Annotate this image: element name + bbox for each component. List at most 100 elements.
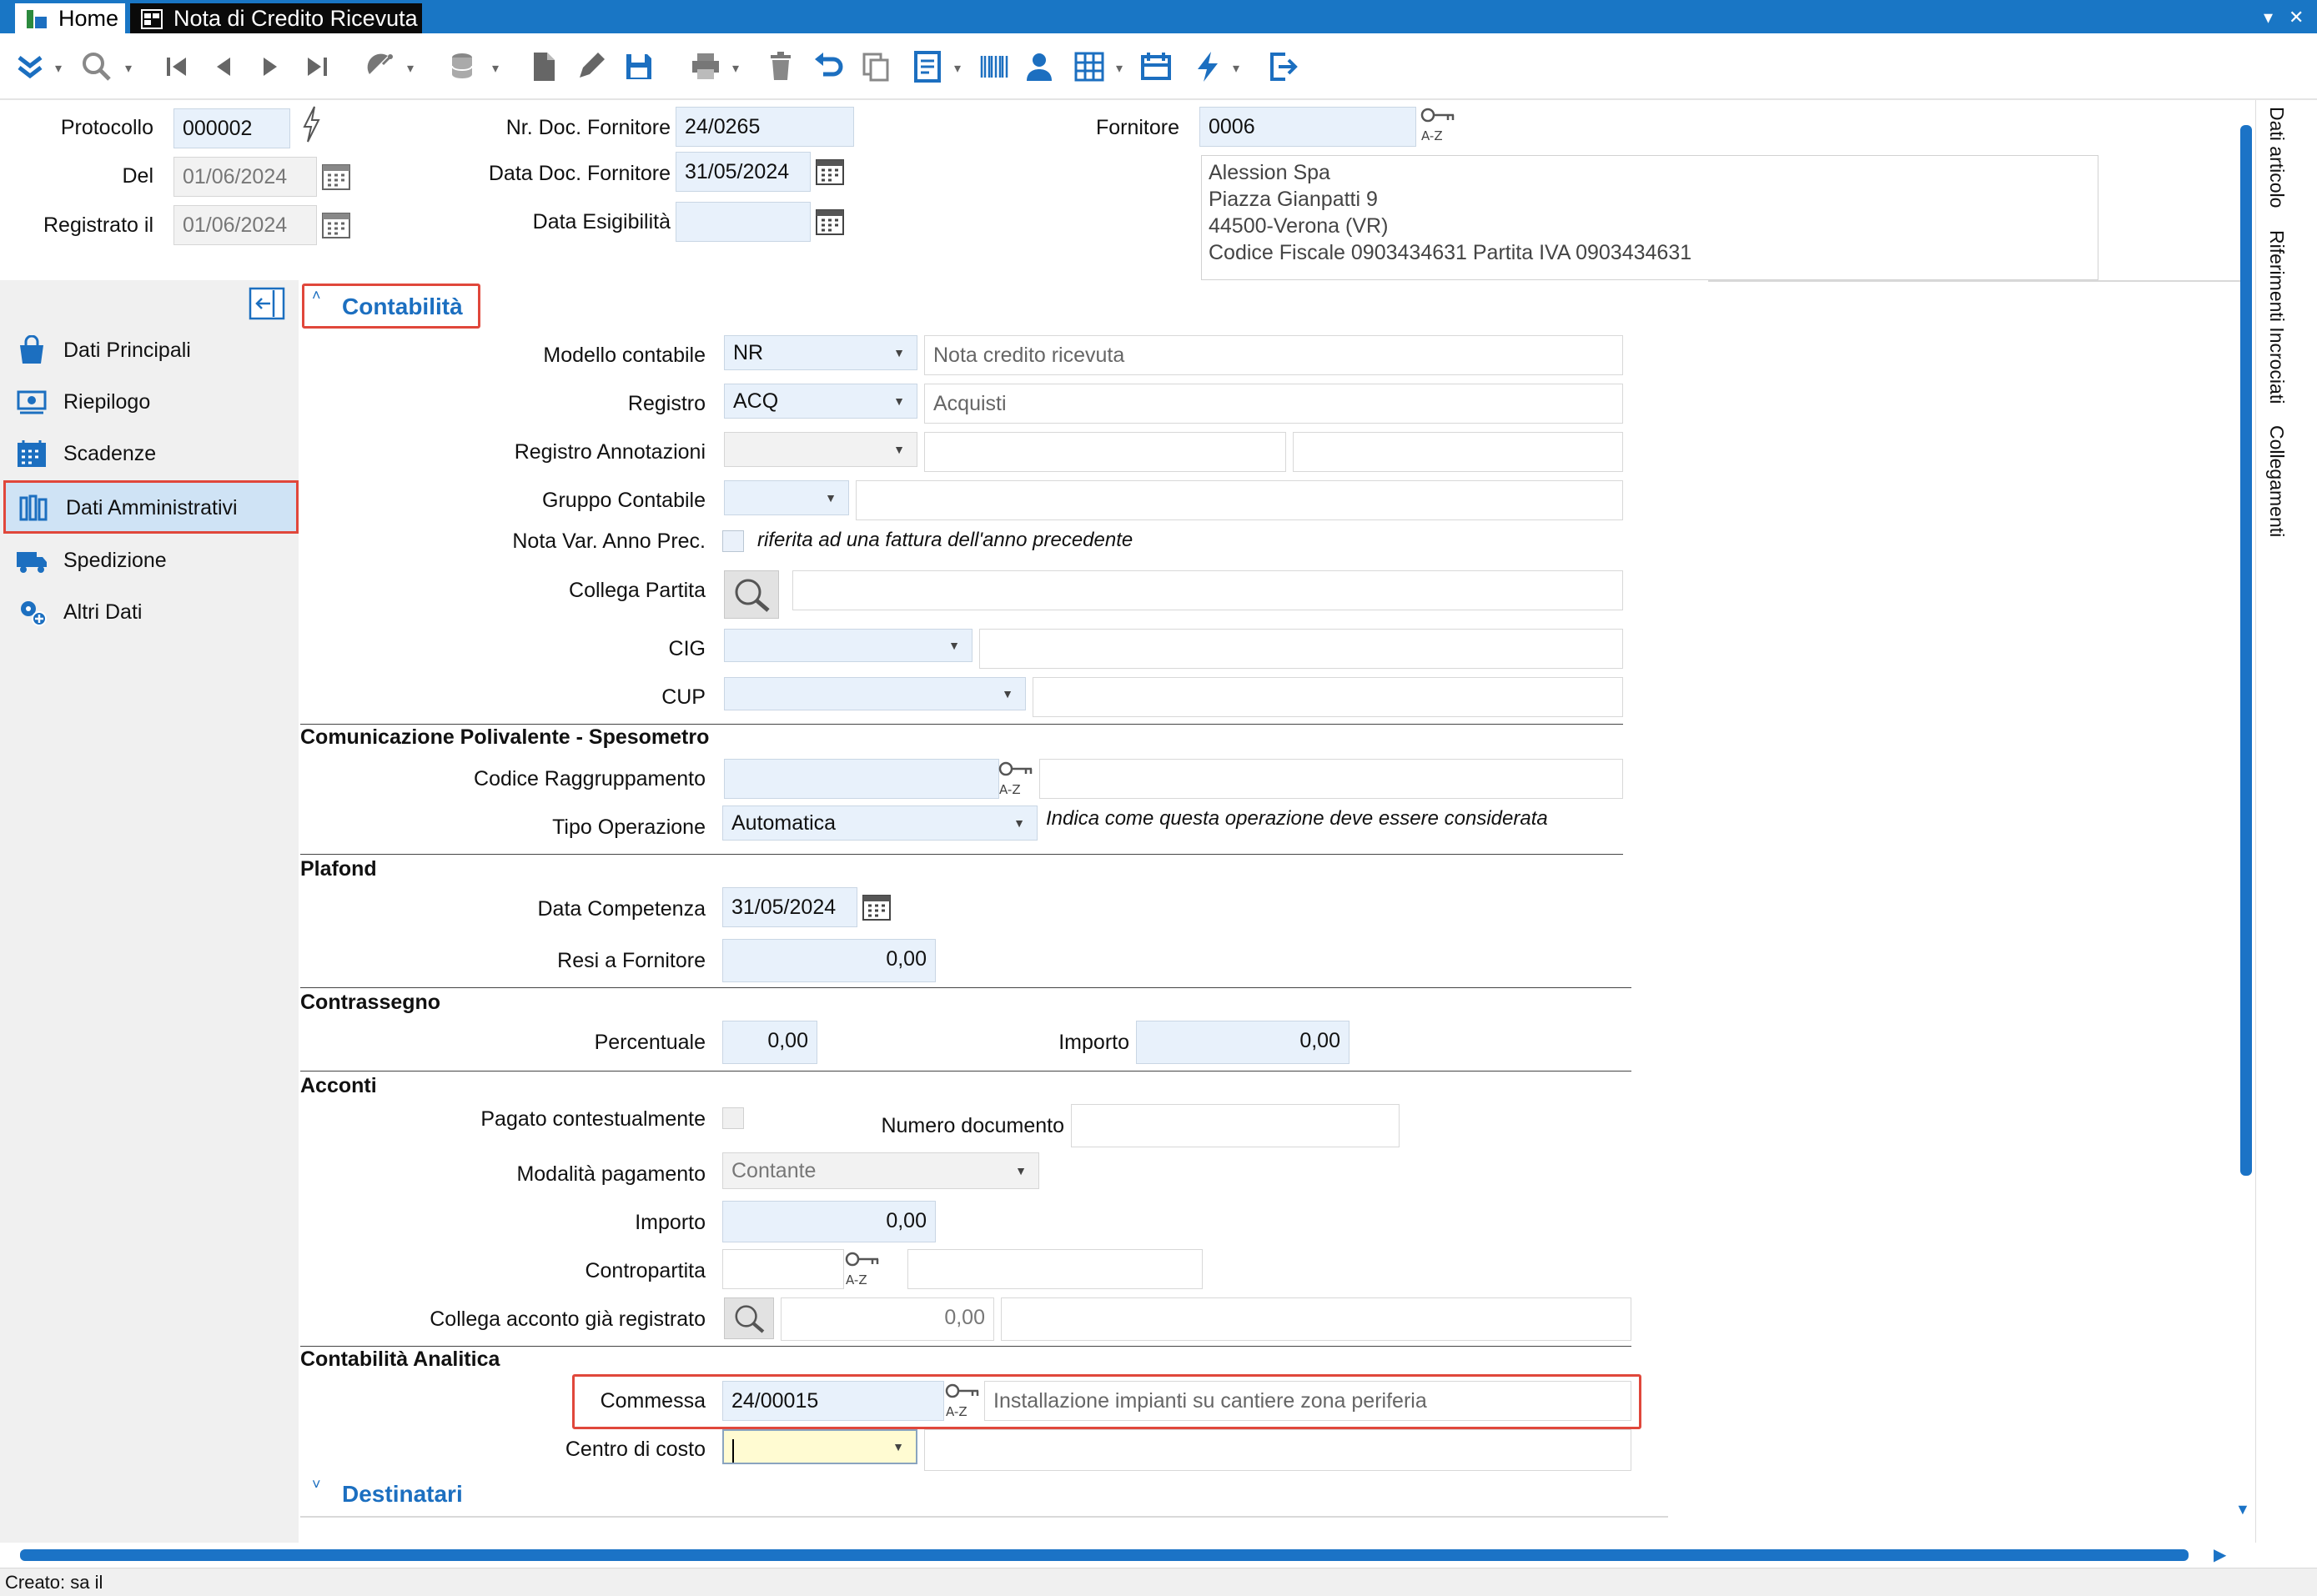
sidebar-item-dati-principali[interactable]: Dati Principali [3,325,299,375]
resi-fornitore-field[interactable]: 0,00 [722,939,936,982]
sidebar-item-riepilogo[interactable]: Riepilogo [3,377,299,427]
registro-combo[interactable]: ACQ ▼ [724,384,917,419]
collega-partita-button[interactable] [724,570,779,619]
document-list-icon[interactable] [907,47,947,87]
numero-documento-field[interactable] [1071,1104,1400,1147]
chevron-down-icon[interactable]: ▼ [993,678,1022,710]
print-icon[interactable] [686,47,726,87]
calendar-icon[interactable] [320,160,352,192]
data-esigibilita-field[interactable] [676,202,811,242]
chevron-down-icon[interactable]: ▾ [492,60,504,77]
planner-icon[interactable] [1136,47,1176,87]
key-az-lookup-icon[interactable]: A-Z [944,1381,986,1419]
scroll-down-icon[interactable]: ▼ [2235,1501,2250,1518]
delete-icon[interactable] [761,47,801,87]
gruppo-contabile-combo[interactable]: ▼ [724,480,849,515]
commessa-field[interactable]: 24/00015 [722,1381,944,1421]
horizontal-scrollbar[interactable] [20,1549,2189,1561]
new-document-icon[interactable] [524,47,564,87]
chevron-down-icon[interactable]: ▾ [1233,60,1244,77]
tipo-operazione-combo[interactable]: Automatica ▼ [722,806,1038,841]
chevron-down-icon[interactable]: ▾ [732,60,744,77]
chevron-down-icon[interactable]: ▼ [885,433,913,466]
search-icon[interactable] [77,47,117,87]
calendar-icon[interactable] [814,155,846,187]
cup-combo[interactable]: ▼ [724,677,1026,710]
protocollo-field[interactable]: 000002 [173,108,290,148]
chevron-down-icon[interactable]: ˅ [312,1476,321,1493]
chevron-down-icon[interactable]: ▼ [1005,806,1033,840]
close-icon[interactable]: ✕ [2289,7,2304,28]
exit-icon[interactable] [1263,47,1303,87]
collapse-double-chevron-icon[interactable] [10,47,50,87]
percentuale-field[interactable]: 0,00 [722,1021,817,1064]
chevron-down-icon[interactable]: ▾ [2264,7,2273,28]
sidebar-item-dati-amministrativi[interactable]: Dati Amministrativi [3,480,299,534]
key-az-lookup-icon[interactable]: A-Z [1420,105,1461,143]
nota-var-checkbox[interactable] [722,530,744,552]
lightning-icon[interactable] [300,105,322,143]
duplicate-icon[interactable] [856,47,896,87]
barcode-icon[interactable] [974,47,1014,87]
chevron-down-icon[interactable]: ▼ [885,384,913,418]
codice-raggruppamento-field[interactable] [724,759,999,799]
chevron-down-icon[interactable]: ▼ [940,630,968,661]
modalita-pagamento-combo[interactable]: Contante ▼ [722,1152,1039,1189]
rail-tab-collegamenti[interactable]: Collegamenti [2265,425,2288,537]
centro-costo-combo[interactable]: ▼ [722,1429,917,1464]
grid-icon[interactable] [1069,47,1109,87]
sidebar-item-spedizione[interactable]: Spedizione [3,535,299,585]
registro-annotazioni-combo[interactable]: ▼ [724,432,917,467]
pagato-contestualmente-checkbox[interactable] [722,1107,744,1129]
rail-tab-dati-articolo[interactable]: Dati articolo [2265,107,2288,208]
del-date-field[interactable]: 01/06/2024 [173,157,317,197]
undo-icon[interactable] [809,47,849,87]
chevron-down-icon[interactable]: ▾ [1116,60,1128,77]
database-icon[interactable] [444,47,484,87]
calendar-icon[interactable] [320,208,352,240]
first-record-icon[interactable] [157,47,197,87]
chevron-down-icon[interactable]: ▾ [954,60,966,77]
satellite-icon[interactable] [360,47,400,87]
lightning-icon[interactable] [1188,47,1228,87]
user-icon[interactable] [1019,47,1059,87]
collapse-panel-icon[interactable] [249,287,285,320]
rail-tab-riferimenti-incrociati[interactable]: Riferimenti Incrociati [2265,230,2288,404]
fornitore-field[interactable]: 0006 [1199,107,1416,147]
sidebar-item-altri-dati[interactable]: Altri Dati [3,587,299,637]
contropartita-field[interactable] [722,1249,844,1289]
calendar-icon[interactable] [814,205,846,237]
collega-acconto-button[interactable] [724,1297,774,1339]
chevron-down-icon[interactable]: ▼ [817,481,845,514]
chevron-down-icon[interactable]: ▼ [885,336,913,369]
registro-annotazioni-field-1[interactable] [924,432,1286,472]
acconti-importo-field[interactable]: 0,00 [722,1201,936,1242]
data-doc-field[interactable]: 31/05/2024 [676,152,811,192]
chevron-down-icon[interactable]: ▾ [55,60,67,77]
nr-doc-field[interactable]: 24/0265 [676,107,854,147]
section-destinatari-title[interactable]: Destinatari [342,1481,463,1508]
last-record-icon[interactable] [297,47,337,87]
key-az-lookup-icon[interactable]: A-Z [844,1249,886,1287]
tab-home[interactable]: Home [15,3,125,33]
collega-partita-field[interactable] [792,570,1623,610]
tab-nota-credito[interactable]: Nota di Credito Ricevuta [130,3,422,33]
registro-annotazioni-field-2[interactable] [1293,432,1623,472]
chevron-down-icon[interactable]: ▾ [125,60,137,77]
cig-combo[interactable]: ▼ [724,629,973,662]
chevron-down-icon[interactable]: ▼ [1007,1153,1035,1188]
edit-pencil-icon[interactable] [570,47,611,87]
key-az-lookup-icon[interactable]: A-Z [998,759,1039,797]
data-competenza-field[interactable]: 31/05/2024 [722,887,857,927]
contrassegno-importo-field[interactable]: 0,00 [1136,1021,1349,1064]
sidebar-item-scadenze[interactable]: Scadenze [3,429,299,479]
previous-record-icon[interactable] [204,47,244,87]
chevron-down-icon[interactable]: ▾ [407,60,419,77]
chevron-down-icon[interactable]: ▼ [884,1431,912,1463]
registrato-date-field[interactable]: 01/06/2024 [173,205,317,245]
scroll-right-icon[interactable]: ▶ [2214,1544,2226,1565]
save-icon[interactable] [619,47,659,87]
modello-contabile-combo[interactable]: NR ▼ [724,335,917,370]
next-record-icon[interactable] [250,47,290,87]
calendar-icon[interactable] [861,891,892,922]
